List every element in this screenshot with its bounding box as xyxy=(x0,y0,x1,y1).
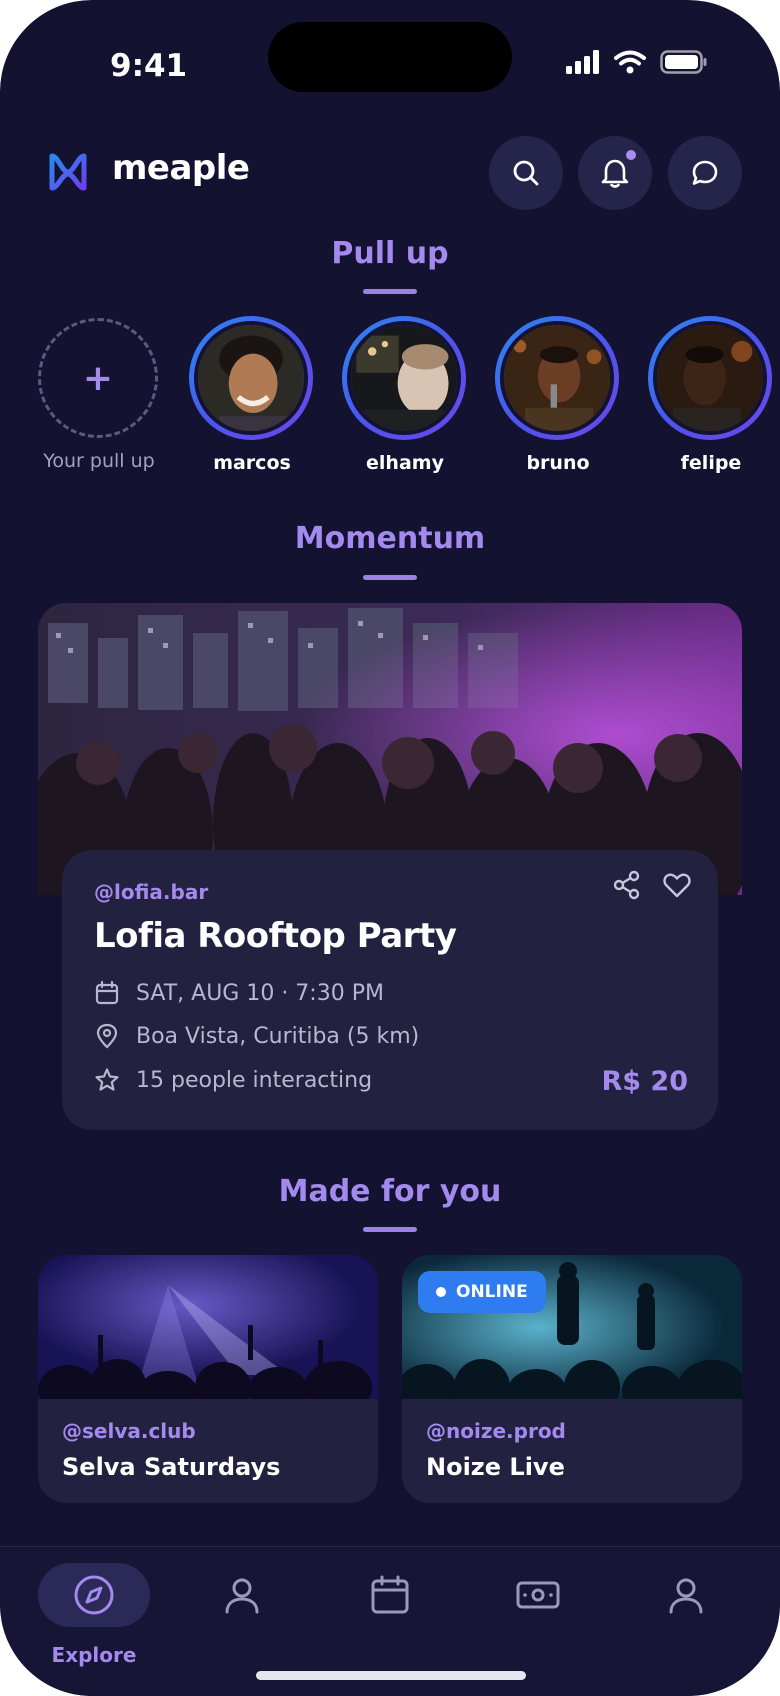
event-thumbnail xyxy=(38,1255,378,1415)
app-header: meaple xyxy=(48,136,742,210)
tab-explore[interactable] xyxy=(38,1563,150,1627)
search-icon xyxy=(513,160,539,186)
event-title: Lofia Rooftop Party xyxy=(94,916,457,956)
featured-event-card[interactable]: @lofia.bar Lofia Rooftop Party SAT, AUG … xyxy=(62,850,718,1130)
story-name: felipe xyxy=(680,452,742,474)
stories-row: + Your pull up marcos elhamy bruno felip… xyxy=(36,316,780,476)
status-time: 9:41 xyxy=(110,48,188,84)
story-ring xyxy=(495,316,619,440)
add-story-button[interactable]: + xyxy=(38,318,158,438)
star-icon xyxy=(95,1068,119,1091)
dynamic-island xyxy=(268,22,512,92)
share-icon[interactable] xyxy=(612,870,642,900)
battery-icon xyxy=(660,50,707,74)
notifications-button[interactable] xyxy=(578,136,652,210)
status-icons xyxy=(566,50,708,74)
story-add-own[interactable]: + Your pull up xyxy=(36,316,162,472)
heart-icon[interactable] xyxy=(662,870,692,900)
section-title-made-for-you: Made for you xyxy=(278,1174,502,1209)
online-badge: ONLINE xyxy=(418,1271,546,1313)
tab-tickets[interactable] xyxy=(482,1563,594,1627)
section-underline xyxy=(363,289,417,294)
event-card-selva[interactable]: @selva.club Selva Saturdays xyxy=(38,1255,378,1503)
section-title-momentum: Momentum xyxy=(294,521,486,556)
story-item[interactable]: marcos xyxy=(189,316,315,474)
event-price: R$ 20 xyxy=(601,1066,688,1097)
story-name: bruno xyxy=(526,452,590,474)
avatar xyxy=(653,321,767,435)
bell-icon xyxy=(601,159,629,188)
story-item[interactable]: felipe xyxy=(648,316,774,474)
avatar xyxy=(500,321,614,435)
calendar-icon xyxy=(371,1575,409,1614)
avatar xyxy=(347,321,461,435)
story-name: marcos xyxy=(213,452,291,474)
event-interacting: 15 people interacting xyxy=(136,1067,373,1093)
event-card-noize[interactable]: ONLINE @noize.prod Noize Live xyxy=(402,1255,742,1503)
tab-calendar[interactable] xyxy=(334,1563,446,1627)
event-date-row: SAT, AUG 10 · 7:30 PM xyxy=(94,980,384,1006)
event-title: Selva Saturdays xyxy=(62,1453,281,1481)
notification-dot xyxy=(624,148,638,162)
section-underline xyxy=(363,1227,417,1232)
story-item[interactable]: bruno xyxy=(495,316,621,474)
ticket-icon xyxy=(516,1581,560,1609)
meaple-logo-icon xyxy=(49,153,87,191)
section-underline xyxy=(363,575,417,580)
story-item[interactable]: elhamy xyxy=(342,316,468,474)
person-icon xyxy=(225,1578,259,1614)
event-date: SAT, AUG 10 · 7:30 PM xyxy=(136,980,384,1006)
avatar xyxy=(194,321,308,435)
event-location-row: Boa Vista, Curitiba (5 km) xyxy=(94,1023,419,1049)
event-location: Boa Vista, Curitiba (5 km) xyxy=(136,1023,420,1049)
tab-profile[interactable] xyxy=(630,1563,742,1627)
messages-button[interactable] xyxy=(668,136,742,210)
story-ring xyxy=(648,316,772,440)
event-actions xyxy=(612,870,692,900)
event-interaction-row: 15 people interacting xyxy=(94,1067,372,1093)
story-name: Your pull up xyxy=(43,450,155,472)
map-pin-icon xyxy=(96,1023,118,1049)
home-indicator[interactable] xyxy=(256,1671,526,1680)
event-handle[interactable]: @noize.prod xyxy=(426,1419,566,1443)
section-title-pull-up: Pull up xyxy=(331,236,449,271)
search-button[interactable] xyxy=(489,136,563,210)
tab-explore-label[interactable]: Explore xyxy=(38,1643,150,1667)
compass-icon xyxy=(74,1575,114,1615)
event-handle[interactable]: @lofia.bar xyxy=(94,880,208,904)
online-badge-label: ONLINE xyxy=(456,1282,528,1302)
tab-people[interactable] xyxy=(186,1563,298,1627)
online-dot-icon xyxy=(436,1287,446,1297)
story-ring xyxy=(189,316,313,440)
profile-icon xyxy=(669,1578,703,1614)
story-name: elhamy xyxy=(366,452,444,474)
chat-bubble-icon xyxy=(692,160,718,185)
signal-icon xyxy=(566,50,599,74)
plus-icon: + xyxy=(82,357,114,399)
event-title: Noize Live xyxy=(426,1453,565,1481)
event-handle[interactable]: @selva.club xyxy=(62,1419,196,1443)
wifi-icon xyxy=(614,50,646,74)
story-ring xyxy=(342,316,466,440)
calendar-icon xyxy=(95,980,119,1005)
brand-name: meaple xyxy=(112,148,250,188)
phone-screen: 9:41 meaple Pull up + Your pull up marco… xyxy=(0,0,780,1696)
